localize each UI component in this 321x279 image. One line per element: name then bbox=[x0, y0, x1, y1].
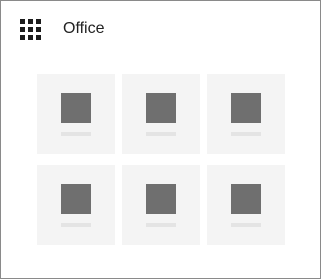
app-title: Office bbox=[63, 20, 105, 37]
waffle-dot bbox=[36, 18, 41, 24]
placeholder-app-icon bbox=[61, 93, 91, 123]
placeholder-app-label bbox=[61, 132, 91, 136]
placeholder-app-label bbox=[146, 223, 176, 227]
app-tile-grid bbox=[37, 74, 285, 245]
placeholder-app-icon bbox=[231, 184, 261, 214]
placeholder-app-label bbox=[231, 132, 261, 136]
app-tile-placeholder[interactable] bbox=[207, 165, 285, 245]
app-tile-placeholder[interactable] bbox=[37, 74, 115, 154]
placeholder-app-label bbox=[231, 223, 261, 227]
app-tile-placeholder[interactable] bbox=[122, 74, 200, 154]
waffle-dot bbox=[28, 34, 33, 40]
placeholder-app-icon bbox=[231, 93, 261, 123]
waffle-dot bbox=[20, 18, 25, 24]
waffle-dot bbox=[28, 18, 33, 24]
waffle-dot bbox=[20, 26, 25, 32]
app-tile-placeholder[interactable] bbox=[37, 165, 115, 245]
app-tile-placeholder[interactable] bbox=[122, 165, 200, 245]
placeholder-app-label bbox=[61, 223, 91, 227]
placeholder-app-icon bbox=[146, 184, 176, 214]
launcher-header: Office bbox=[20, 17, 105, 41]
app-tile-placeholder[interactable] bbox=[207, 74, 285, 154]
placeholder-app-icon bbox=[61, 184, 91, 214]
waffle-dot bbox=[36, 26, 41, 32]
waffle-dot bbox=[28, 26, 33, 32]
waffle-dot bbox=[36, 34, 41, 40]
office-app-launcher-panel: Office bbox=[0, 0, 321, 279]
app-launcher-waffle-icon[interactable] bbox=[20, 18, 41, 40]
waffle-dot bbox=[20, 34, 25, 40]
placeholder-app-icon bbox=[146, 93, 176, 123]
placeholder-app-label bbox=[146, 132, 176, 136]
